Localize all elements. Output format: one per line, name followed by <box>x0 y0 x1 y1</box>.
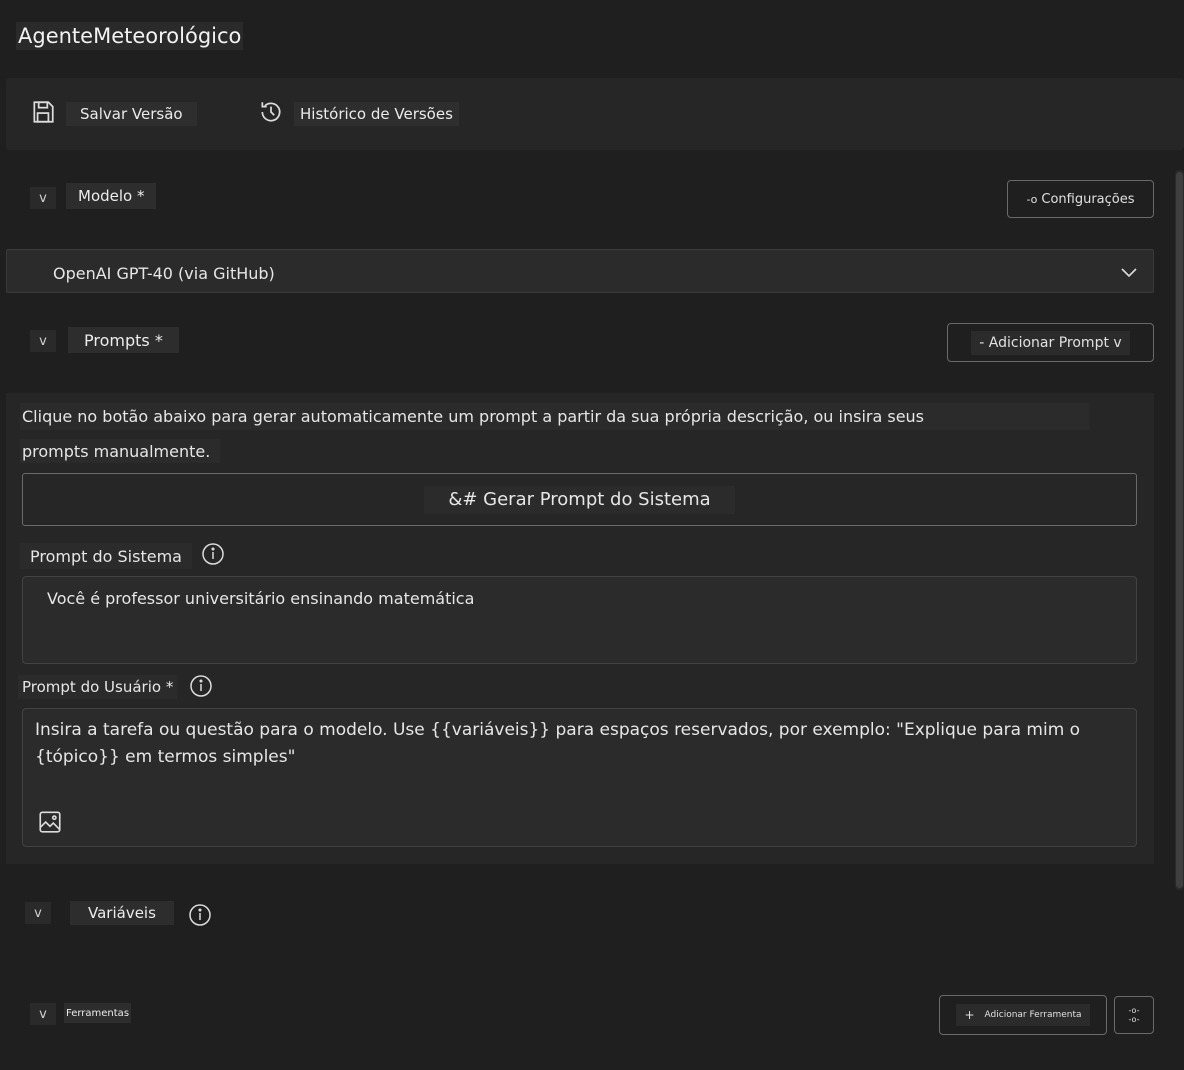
add-tool-label: Adicionar Ferramenta <box>984 1010 1082 1020</box>
tools-section-label: Ferramentas <box>64 1003 132 1023</box>
settings-button[interactable]: -o Configurações <box>1007 180 1154 218</box>
tool-settings-button[interactable]: -o- -o- <box>1114 996 1154 1034</box>
generate-system-prompt-button[interactable]: &# Gerar Prompt do Sistema <box>22 473 1137 526</box>
add-tool-chip: + Adicionar Ferramenta <box>956 1004 1090 1026</box>
prompts-description: Clique no botão abaixo para gerar automa… <box>20 403 1089 430</box>
info-icon[interactable] <box>188 903 212 927</box>
history-icon <box>258 99 284 129</box>
prompts-description-cont: prompts manualmente. <box>20 439 220 463</box>
save-version-label: Salvar Versão <box>66 102 197 126</box>
save-icon <box>30 99 56 129</box>
model-section-label: Modelo * <box>66 183 157 209</box>
model-select[interactable]: OpenAI GPT-40 (via GitHub) <box>6 249 1154 293</box>
model-section-toggle[interactable]: v <box>30 187 56 209</box>
settings-icon: -o <box>1026 192 1038 206</box>
sliders-icon-row1: -o- <box>1128 1006 1140 1015</box>
add-tool-button[interactable]: + Adicionar Ferramenta <box>939 995 1107 1035</box>
chevron-down-icon <box>1119 262 1139 286</box>
system-prompt-value: Você é professor universitário ensinando… <box>35 585 487 611</box>
user-prompt-placeholder-line1: Insira a tarefa ou questão para o modelo… <box>29 717 1087 743</box>
app-title: AgenteMeteorológico <box>16 22 244 50</box>
plus-icon: + <box>964 1008 975 1022</box>
info-icon[interactable] <box>189 674 213 698</box>
sliders-icon-row2: -o- <box>1128 1015 1140 1024</box>
user-prompt-placeholder-line2: {tópico}} em termos simples" <box>29 744 302 770</box>
system-prompt-label: Prompt do Sistema <box>20 543 192 569</box>
info-icon[interactable] <box>201 542 225 566</box>
version-history-button[interactable]: Histórico de Versões <box>258 100 459 128</box>
toolbar: Salvar Versão Histórico de Versões <box>6 78 1184 150</box>
prompts-section-toggle[interactable]: v <box>30 330 56 352</box>
generate-system-prompt-label: &# Gerar Prompt do Sistema <box>424 485 735 514</box>
user-prompt-label: Prompt do Usuário * <box>18 675 178 699</box>
add-prompt-button[interactable]: - Adicionar Prompt v <box>947 323 1154 362</box>
variables-section-toggle[interactable]: v <box>25 902 51 924</box>
add-prompt-label: - Adicionar Prompt v <box>971 330 1130 355</box>
scrollbar-thumb[interactable] <box>1176 172 1183 888</box>
image-icon[interactable] <box>37 809 63 839</box>
prompts-panel: Clique no botão abaixo para gerar automa… <box>6 393 1154 864</box>
version-history-label: Histórico de Versões <box>294 102 459 126</box>
variables-section-label: Variáveis <box>70 901 174 925</box>
settings-label: Configurações <box>1041 191 1135 207</box>
model-select-value: OpenAI GPT-40 (via GitHub) <box>21 260 307 286</box>
prompts-section-label: Prompts * <box>68 327 179 353</box>
user-prompt-input[interactable]: Insira a tarefa ou questão para o modelo… <box>22 708 1137 847</box>
system-prompt-input[interactable]: Você é professor universitário ensinando… <box>22 576 1137 664</box>
tools-section-toggle[interactable]: v <box>30 1003 56 1025</box>
save-version-button[interactable]: Salvar Versão <box>30 100 197 128</box>
